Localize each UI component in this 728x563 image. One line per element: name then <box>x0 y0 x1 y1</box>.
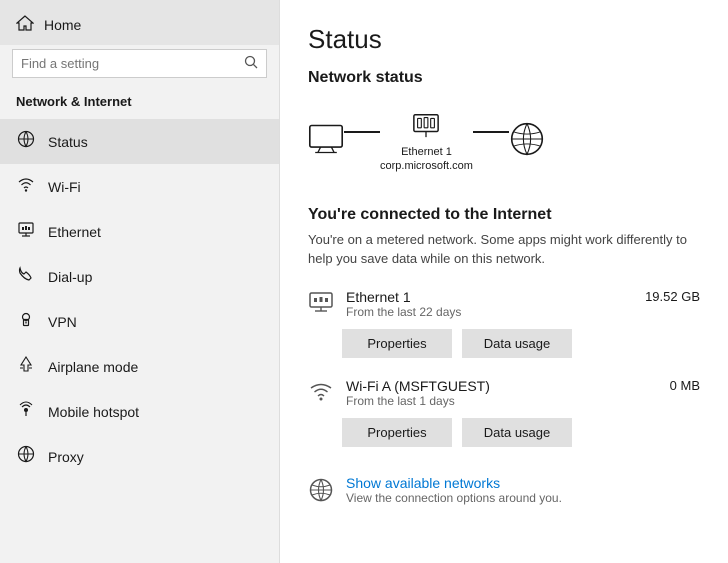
sidebar-item-ethernet[interactable]: Ethernet <box>0 209 279 254</box>
show-networks-title: Show available networks <box>346 475 562 491</box>
wifi-network-item: Wi-Fi A (MSFTGUEST) From the last 1 days… <box>308 376 700 410</box>
sidebar-item-dialup-label: Dial-up <box>48 269 92 285</box>
wifi1-buttons: Properties Data usage <box>342 418 700 447</box>
dialup-icon <box>16 265 36 288</box>
ethernet1-properties-button[interactable]: Properties <box>342 329 452 358</box>
sidebar-item-ethernet-label: Ethernet <box>48 224 101 240</box>
ethernet-network-item: Ethernet 1 From the last 22 days 19.52 G… <box>308 287 700 321</box>
diagram-globe <box>509 121 545 161</box>
ethernet1-buttons: Properties Data usage <box>342 329 700 358</box>
ethernet1-name: Ethernet 1 <box>346 289 461 305</box>
wifi1-size: 0 MB <box>670 376 700 393</box>
search-input[interactable] <box>21 56 244 71</box>
sidebar-item-status[interactable]: Status <box>0 119 279 164</box>
home-label: Home <box>44 17 81 33</box>
sidebar-item-wifi[interactable]: Wi-Fi <box>0 164 279 209</box>
ethernet1-sub: From the last 22 days <box>346 305 461 319</box>
diagram-router: Ethernet 1corp.microsoft.com <box>380 109 473 174</box>
sidebar-item-status-label: Status <box>48 134 88 150</box>
sidebar-item-hotspot[interactable]: Mobile hotspot <box>0 389 279 434</box>
diagram-line-1 <box>344 131 380 133</box>
home-icon <box>16 14 34 35</box>
connected-sub: You're on a metered network. Some apps m… <box>308 230 700 269</box>
sidebar-item-proxy-label: Proxy <box>48 449 84 465</box>
page-title: Status <box>308 24 700 55</box>
sidebar-item-airplane[interactable]: Airplane mode <box>0 344 279 389</box>
sidebar-item-hotspot-label: Mobile hotspot <box>48 404 139 420</box>
sidebar-item-airplane-label: Airplane mode <box>48 359 138 375</box>
hotspot-icon <box>16 400 36 423</box>
search-icon <box>244 55 258 72</box>
wifi1-sub: From the last 1 days <box>346 394 490 408</box>
sidebar-item-proxy[interactable]: Proxy <box>0 434 279 479</box>
show-networks-sub: View the connection options around you. <box>346 491 562 505</box>
vpn-icon <box>16 310 36 333</box>
ethernet-network-icon <box>308 289 334 321</box>
ethernet-icon <box>16 220 36 243</box>
sidebar-item-vpn[interactable]: VPN <box>0 299 279 344</box>
proxy-icon <box>16 445 36 468</box>
diagram-line-2 <box>473 131 509 133</box>
sidebar-item-vpn-label: VPN <box>48 314 77 330</box>
show-networks[interactable]: Show available networks View the connect… <box>308 465 700 509</box>
status-icon <box>16 130 36 153</box>
diagram-router-label: Ethernet 1corp.microsoft.com <box>380 145 473 174</box>
airplane-icon <box>16 355 36 378</box>
wifi-icon <box>16 175 36 198</box>
wifi1-datausage-button[interactable]: Data usage <box>462 418 572 447</box>
wifi1-name: Wi-Fi A (MSFTGUEST) <box>346 378 490 394</box>
search-box <box>12 49 267 78</box>
wifi-network-icon <box>308 378 334 410</box>
sidebar-section-title: Network & Internet <box>0 88 279 119</box>
sidebar-item-wifi-label: Wi-Fi <box>48 179 81 195</box>
sidebar: Home Network & Internet Status <box>0 0 280 563</box>
ethernet1-datausage-button[interactable]: Data usage <box>462 329 572 358</box>
network-status-title: Network status <box>308 69 700 87</box>
show-networks-icon <box>308 477 334 509</box>
sidebar-item-home[interactable]: Home <box>0 0 279 45</box>
diagram-computer <box>308 123 344 159</box>
network-diagram: Ethernet 1corp.microsoft.com <box>308 101 700 190</box>
wifi1-properties-button[interactable]: Properties <box>342 418 452 447</box>
sidebar-item-dialup[interactable]: Dial-up <box>0 254 279 299</box>
main-content: Status Network status Ethernet 1corp.mic… <box>280 0 728 563</box>
connected-title: You're connected to the Internet <box>308 206 700 224</box>
ethernet1-size: 19.52 GB <box>645 287 700 304</box>
